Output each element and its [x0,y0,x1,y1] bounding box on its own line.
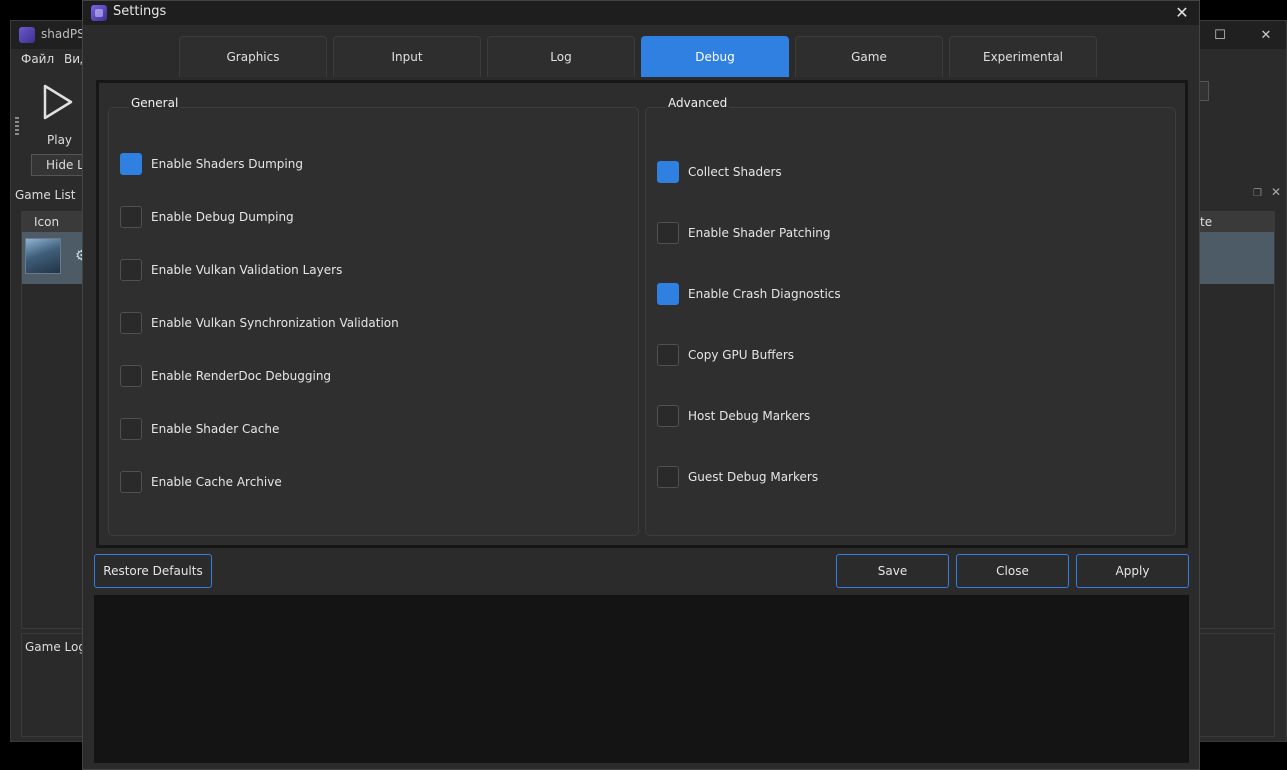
close-icon[interactable]: ✕ [1171,1,1193,23]
general-checkbox-row[interactable]: Enable Cache Archive [120,471,282,493]
checkbox[interactable] [657,283,679,305]
checkbox-label: Enable Debug Dumping [151,210,294,224]
settings-titlebar: Settings ✕ [83,1,1199,25]
checkbox[interactable] [657,344,679,366]
tab-debug[interactable]: Debug [641,36,789,77]
checkbox-label: Host Debug Markers [688,409,811,423]
general-checkbox-row[interactable]: Enable Shader Cache [120,418,279,440]
checkbox[interactable] [120,153,142,175]
close-dock-icon[interactable]: ✕ [1271,185,1281,199]
column-header-right[interactable]: te [1200,215,1212,229]
close-icon[interactable]: ✕ [1243,21,1287,49]
settings-title: Settings [113,4,167,19]
checkbox-label: Enable Vulkan Validation Layers [151,263,343,277]
checkbox-label: Enable Shader Patching [688,226,831,240]
game-thumbnail [25,238,61,274]
tab-graphics[interactable]: Graphics [179,36,327,77]
checkbox-label: Guest Debug Markers [688,470,819,484]
checkbox-label: Copy GPU Buffers [688,348,795,362]
checkbox[interactable] [120,259,142,281]
advanced-checkbox-row[interactable]: Guest Debug Markers [657,466,818,488]
advanced-group-title: Advanced [666,96,730,110]
checkbox[interactable] [120,418,142,440]
app-logo-icon [91,5,107,21]
checkbox-label: Enable Cache Archive [151,475,282,489]
menu-file[interactable]: Файл [21,52,54,66]
checkbox[interactable] [120,365,142,387]
checkbox-label: Enable Vulkan Synchronization Validation [151,316,399,330]
advanced-checkbox-row[interactable]: Collect Shaders [657,161,782,183]
advanced-checkbox-row[interactable]: Enable Shader Patching [657,222,831,244]
checkbox[interactable] [120,312,142,334]
checkbox-label: Collect Shaders [688,165,782,179]
save-button[interactable]: Save [836,554,949,588]
restore-defaults-button[interactable]: Restore Defaults [94,554,212,588]
general-group-title: General [129,96,181,110]
checkbox[interactable] [120,471,142,493]
general-group: Enable Shaders Dumping Enable Debug Dumpi… [108,107,639,536]
checkbox-label: Enable Shader Cache [151,422,280,436]
general-checkbox-row[interactable]: Enable RenderDoc Debugging [120,365,331,387]
game-list-label: Game List [15,188,76,202]
maximize-icon[interactable]: ☐ [1197,21,1243,49]
general-checkbox-row[interactable]: Enable Vulkan Validation Layers [120,259,342,281]
tab-input[interactable]: Input [333,36,481,77]
checkbox-label: Enable RenderDoc Debugging [151,369,332,383]
advanced-checkbox-row[interactable]: Enable Crash Diagnostics [657,283,841,305]
general-checkbox-row[interactable]: Enable Debug Dumping [120,206,294,228]
settings-dialog: Settings ✕ Graphics Input Log Debug Game… [82,0,1200,770]
toolbar-grip-handle[interactable] [15,117,19,137]
checkbox-label: Enable Shaders Dumping [151,157,303,171]
play-icon[interactable] [41,83,75,121]
game-log-label: Game Log [25,640,86,654]
play-label: Play [47,133,73,147]
advanced-checkbox-row[interactable]: Host Debug Markers [657,405,810,427]
checkbox[interactable] [657,405,679,427]
tab-game[interactable]: Game [795,36,943,77]
checkbox[interactable] [657,161,679,183]
debug-tab-pane: Enable Shaders Dumping Enable Debug Dumpi… [96,80,1188,548]
app-logo-icon [19,27,35,43]
checkbox-label: Enable Crash Diagnostics [688,287,841,301]
description-panel [94,595,1189,763]
general-checkbox-row[interactable]: Enable Vulkan Synchronization Validation [120,312,399,334]
tab-log[interactable]: Log [487,36,635,77]
column-header-icon[interactable]: Icon [34,215,59,229]
checkbox[interactable] [120,206,142,228]
checkbox[interactable] [657,222,679,244]
checkbox[interactable] [657,466,679,488]
close-button[interactable]: Close [956,554,1069,588]
advanced-group: Collect Shaders Enable Shader Patching Ena… [645,107,1176,536]
advanced-checkbox-row[interactable]: Copy GPU Buffers [657,344,794,366]
apply-button[interactable]: Apply [1076,554,1189,588]
tab-experimental[interactable]: Experimental [949,36,1097,77]
float-dock-icon[interactable]: ❐ [1253,188,1262,199]
general-checkbox-row[interactable]: Enable Shaders Dumping [120,153,303,175]
